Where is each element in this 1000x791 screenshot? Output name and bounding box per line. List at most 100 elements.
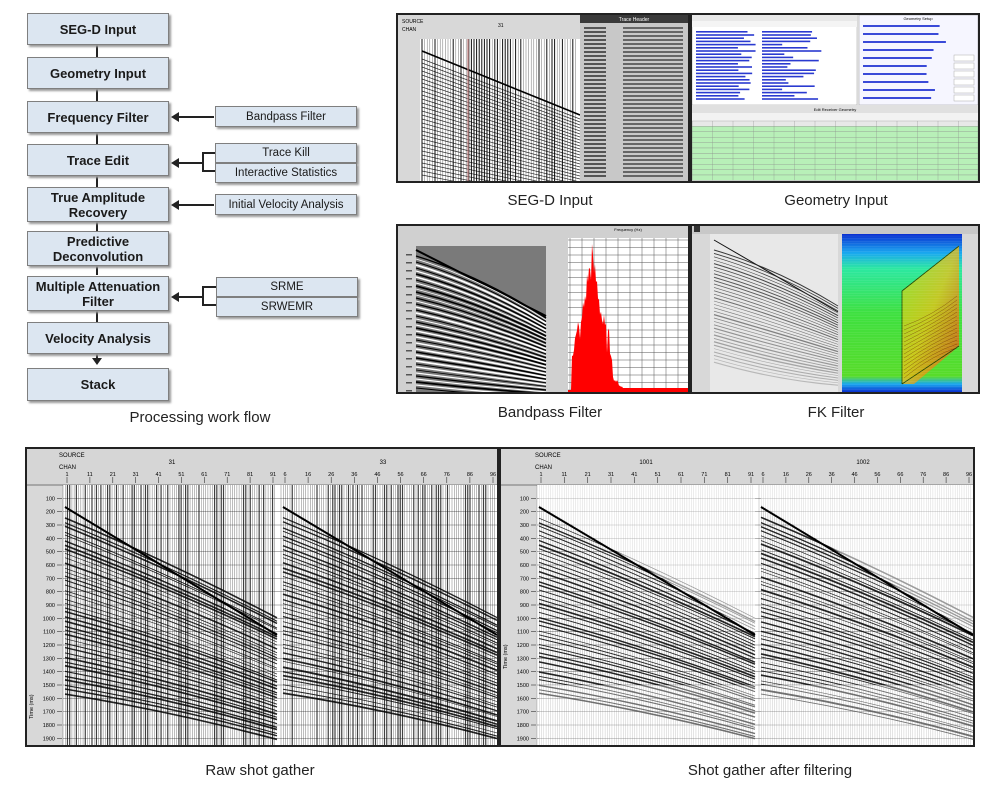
geometry-input-panel: Geometry Setup Edit Receiver Geometry <box>690 13 980 183</box>
setup-label <box>863 41 946 43</box>
header-row-desc <box>623 27 683 29</box>
header-row-name <box>584 87 606 89</box>
geometry-table-title: Edit Receiver Geometry <box>814 107 856 112</box>
setup-field <box>953 94 975 102</box>
raw-shot-gather-panel: SOURCE CHAN 31 33 1 11 21 31 41 51 61 71 81 91 6 16… <box>25 447 499 747</box>
info-key <box>696 59 750 62</box>
time-tick-label: 900 <box>520 603 529 609</box>
header-row-name <box>584 99 606 101</box>
channel-tick-label: 56 <box>874 472 880 478</box>
channel-tick-label: 11 <box>561 472 567 478</box>
info-key <box>696 82 751 84</box>
header-row-name <box>584 119 606 121</box>
header-row-name <box>584 47 606 49</box>
info-key <box>696 88 750 91</box>
raw-chan-header: CHAN <box>59 465 76 471</box>
side-initial-velocity-analysis: Initial Velocity Analysis <box>215 194 357 215</box>
fk-tool-icon[interactable] <box>694 226 700 232</box>
header-row-desc <box>623 55 683 57</box>
header-row-name <box>584 143 606 145</box>
channel-tick-label: 56 <box>397 472 403 478</box>
channel-tick-label: 26 <box>328 472 334 478</box>
channel-tick-label: 91 <box>748 472 754 478</box>
time-tick-label: 900 <box>46 603 55 609</box>
header-row-name <box>584 131 606 133</box>
time-tick <box>406 262 412 264</box>
quiet-zone <box>761 685 973 745</box>
time-tick-label: 300 <box>46 523 55 529</box>
channel-tick-label: 46 <box>374 472 380 478</box>
bandpass-view: Frequency (Hz) <box>406 227 688 392</box>
time-tick-label: 600 <box>520 563 529 569</box>
header-row-desc <box>623 47 683 49</box>
setup-label <box>863 81 929 83</box>
header-row-name <box>584 151 606 153</box>
channel-tick-label: 6 <box>283 472 286 478</box>
table-row <box>692 142 978 149</box>
time-tick <box>406 342 412 344</box>
info-value <box>762 56 794 59</box>
header-row-name <box>584 159 606 161</box>
info-value <box>762 91 807 94</box>
step-geometry-input: Geometry Input <box>27 57 169 89</box>
time-tick <box>406 270 412 272</box>
channel-tick-label: 96 <box>966 472 972 478</box>
time-tick-label: 1300 <box>517 656 529 662</box>
header-row-desc <box>623 107 683 109</box>
time-tick-label: 1600 <box>43 696 55 702</box>
time-tick-label: 200 <box>46 510 55 516</box>
filtered-gather-view: SOURCE CHAN 1001 1002 1 11 21 31 41 51 61 71 81 9… <box>501 449 973 745</box>
header-row-name <box>584 127 606 129</box>
time-tick-label: 1800 <box>517 723 529 729</box>
time-tick-label: 1600 <box>517 696 529 702</box>
header-row-desc <box>623 163 683 165</box>
header-row-desc <box>623 71 683 73</box>
time-tick <box>406 278 412 280</box>
time-tick-label: 400 <box>46 536 55 542</box>
info-value <box>762 72 815 75</box>
arrow-left-icon <box>171 158 179 168</box>
step-stack: Stack <box>27 368 169 401</box>
setup-label <box>863 25 940 27</box>
setup-label <box>863 89 935 91</box>
spectrum-x-title: Frequency (Hz) <box>614 227 642 232</box>
info-key <box>696 98 745 100</box>
table-row <box>692 126 978 132</box>
bandpass-caption: Bandpass Filter <box>497 404 603 421</box>
table-row <box>692 158 978 165</box>
arrow-left-icon <box>171 200 179 210</box>
workflow-caption: Processing work flow <box>129 409 271 426</box>
quiet-zone <box>539 685 755 745</box>
channel-tick-label: 51 <box>178 472 184 478</box>
geometry-table <box>692 120 978 181</box>
header-row-name <box>584 163 606 165</box>
geometry-caption: Geometry Input <box>784 192 888 209</box>
header-row-desc <box>623 67 683 69</box>
header-row-desc <box>623 35 683 37</box>
geometry-view: Geometry Setup Edit Receiver Geometry <box>692 15 978 181</box>
header-row-name <box>584 59 606 61</box>
header-row-desc <box>623 95 683 97</box>
time-tick-label: 600 <box>46 563 55 569</box>
time-tick-label: 500 <box>46 550 55 556</box>
info-key <box>696 31 748 33</box>
time-tick <box>406 334 412 336</box>
header-row-name <box>584 55 606 57</box>
info-value <box>762 82 789 84</box>
time-tick-label: 1100 <box>43 630 55 636</box>
connector <box>96 88 98 102</box>
connector <box>96 175 98 187</box>
channel-tick-label: 16 <box>783 472 789 478</box>
connector <box>96 131 98 145</box>
time-tick-label: 1800 <box>43 723 55 729</box>
info-value <box>762 31 813 33</box>
header-row-name <box>584 107 606 109</box>
trace-header-dialog-title: Trace Header <box>619 17 650 23</box>
side-srme: SRME <box>216 277 358 297</box>
header-row-desc <box>623 159 683 161</box>
channel-tick-label: 16 <box>305 472 311 478</box>
raw-caption: Raw shot gather <box>205 762 315 779</box>
time-tick-label: 100 <box>520 496 529 502</box>
header-row-desc <box>623 51 683 53</box>
channel-tick-label: 76 <box>444 472 450 478</box>
